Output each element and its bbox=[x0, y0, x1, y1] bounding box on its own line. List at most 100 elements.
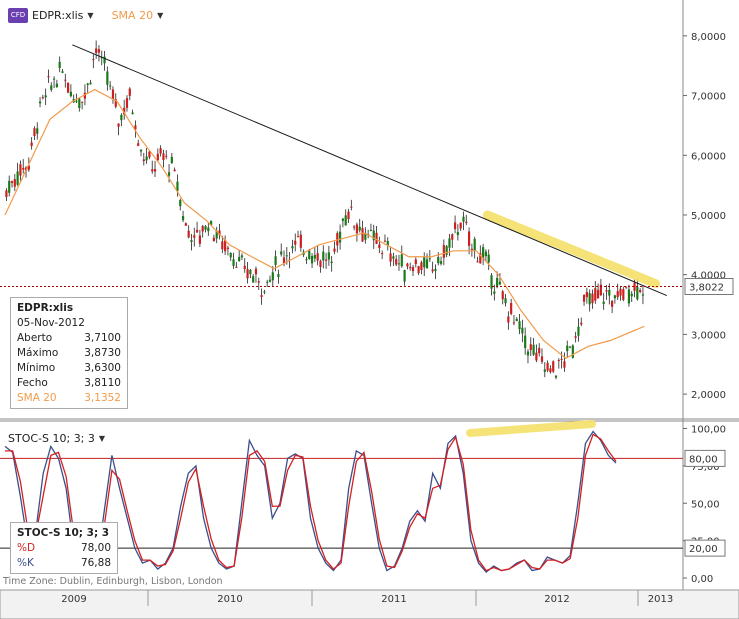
candle-body bbox=[86, 83, 89, 85]
candle-body bbox=[425, 259, 429, 269]
candle-body bbox=[243, 265, 246, 270]
candle-body bbox=[347, 211, 350, 220]
candle-body bbox=[487, 254, 490, 263]
candle-body bbox=[504, 298, 507, 304]
candle-body bbox=[319, 260, 322, 268]
candle-body bbox=[44, 95, 47, 98]
chart-window: 2009 2010 2011 2012 2013 2,0000 3,0000 4,0000 5,… bbox=[0, 0, 739, 619]
candle-body bbox=[431, 269, 434, 272]
stoch-y-tick-label: 50,00 bbox=[691, 499, 720, 510]
candle-body bbox=[417, 266, 420, 274]
candle-body bbox=[355, 224, 359, 234]
candle-body bbox=[159, 148, 162, 154]
candle-body bbox=[577, 326, 580, 336]
candle-body bbox=[462, 216, 465, 222]
timezone-label: Time Zone: Dublin, Edinburgh, Lisbon, Lo… bbox=[3, 576, 223, 587]
candle-body bbox=[361, 228, 364, 242]
candle-body bbox=[165, 155, 168, 157]
candle-body bbox=[428, 258, 431, 260]
candle-body bbox=[442, 245, 445, 258]
candle-body bbox=[434, 268, 437, 272]
candle-body bbox=[128, 88, 131, 96]
candle-body bbox=[580, 322, 583, 325]
candle-body bbox=[193, 235, 196, 238]
candle-body bbox=[316, 253, 319, 261]
candle-body bbox=[333, 248, 336, 252]
candle-body bbox=[566, 345, 569, 352]
candle-body bbox=[19, 164, 22, 176]
candle-body bbox=[187, 230, 190, 238]
candle-body bbox=[252, 276, 255, 283]
symbol-header[interactable]: CFD EDPR:xlis ▼ SMA 20 ▼ bbox=[8, 8, 163, 23]
candle-body bbox=[324, 259, 328, 261]
candle-body bbox=[369, 229, 373, 231]
candle-body bbox=[375, 232, 378, 244]
candle-body bbox=[156, 153, 159, 161]
dropdown-arrow-icon[interactable]: ▼ bbox=[87, 11, 93, 20]
candle-body bbox=[400, 254, 403, 267]
candle-body bbox=[518, 321, 521, 330]
candle-body bbox=[308, 250, 311, 260]
candle-body bbox=[204, 226, 207, 230]
candle-body bbox=[439, 261, 443, 264]
candle-body bbox=[594, 288, 597, 301]
candle-body bbox=[611, 300, 614, 307]
symbol-label[interactable]: EDPR:xlis bbox=[32, 9, 83, 22]
candle-body bbox=[546, 362, 549, 371]
candle-body bbox=[507, 316, 510, 323]
candle-body bbox=[498, 281, 502, 285]
candle-body bbox=[52, 78, 56, 80]
candle-body bbox=[36, 128, 39, 134]
candle-body bbox=[310, 256, 314, 264]
candle-body bbox=[296, 236, 300, 238]
stoch-label[interactable]: STOC-S 10; 3; 3 bbox=[8, 432, 95, 445]
candle-body bbox=[271, 272, 274, 281]
stoch-dropdown-arrow-icon[interactable]: ▼ bbox=[99, 434, 105, 443]
candle-body bbox=[571, 345, 574, 358]
candle-body bbox=[92, 59, 95, 61]
candle-body bbox=[198, 235, 201, 244]
candle-body bbox=[549, 368, 552, 373]
candle-body bbox=[13, 179, 16, 187]
candle-body bbox=[596, 289, 600, 299]
candle-body bbox=[526, 351, 530, 356]
candle-body bbox=[249, 269, 252, 275]
candle-body bbox=[10, 181, 14, 183]
candle-body bbox=[111, 89, 115, 100]
stoch-header[interactable]: STOC-S 10; 3; 3 ▼ bbox=[8, 432, 105, 445]
candle-body bbox=[131, 112, 134, 115]
candle-body bbox=[397, 263, 401, 265]
candle-body bbox=[117, 123, 120, 127]
sma-label[interactable]: SMA 20 bbox=[112, 9, 154, 22]
candle-body bbox=[41, 97, 44, 99]
cfd-badge-icon: CFD bbox=[8, 8, 28, 23]
candle-body bbox=[423, 256, 426, 268]
candle-body bbox=[392, 256, 395, 259]
candle-body bbox=[437, 257, 440, 264]
candle-body bbox=[207, 227, 210, 232]
x-axis-band bbox=[0, 589, 739, 619]
sma-dropdown-arrow-icon[interactable]: ▼ bbox=[157, 11, 163, 20]
candle-body bbox=[226, 247, 230, 250]
candle-body bbox=[350, 206, 353, 208]
candle-body bbox=[630, 293, 633, 297]
stoch-y-tick-label: 0,00 bbox=[691, 574, 713, 585]
candle-body bbox=[608, 289, 611, 296]
candle-body bbox=[173, 169, 176, 172]
candle-body bbox=[22, 167, 25, 170]
candle-body bbox=[627, 289, 631, 304]
candle-body bbox=[170, 156, 173, 164]
candle-body bbox=[470, 248, 473, 250]
candle-body bbox=[66, 82, 70, 93]
candle-body bbox=[524, 335, 527, 349]
candle-body bbox=[568, 346, 572, 348]
price-info-box: EDPR:xlis 05-Nov-2012 Aberto 3,7100 Máxim… bbox=[10, 297, 128, 409]
candle-body bbox=[420, 262, 423, 270]
info-row-low: Mínimo 3,6300 bbox=[17, 362, 121, 374]
candle-body bbox=[381, 253, 384, 255]
candle-body bbox=[512, 322, 516, 324]
candle-body bbox=[240, 255, 244, 258]
candle-body bbox=[453, 222, 457, 230]
candle-body bbox=[58, 61, 61, 68]
info-date: 05-Nov-2012 bbox=[17, 317, 85, 329]
